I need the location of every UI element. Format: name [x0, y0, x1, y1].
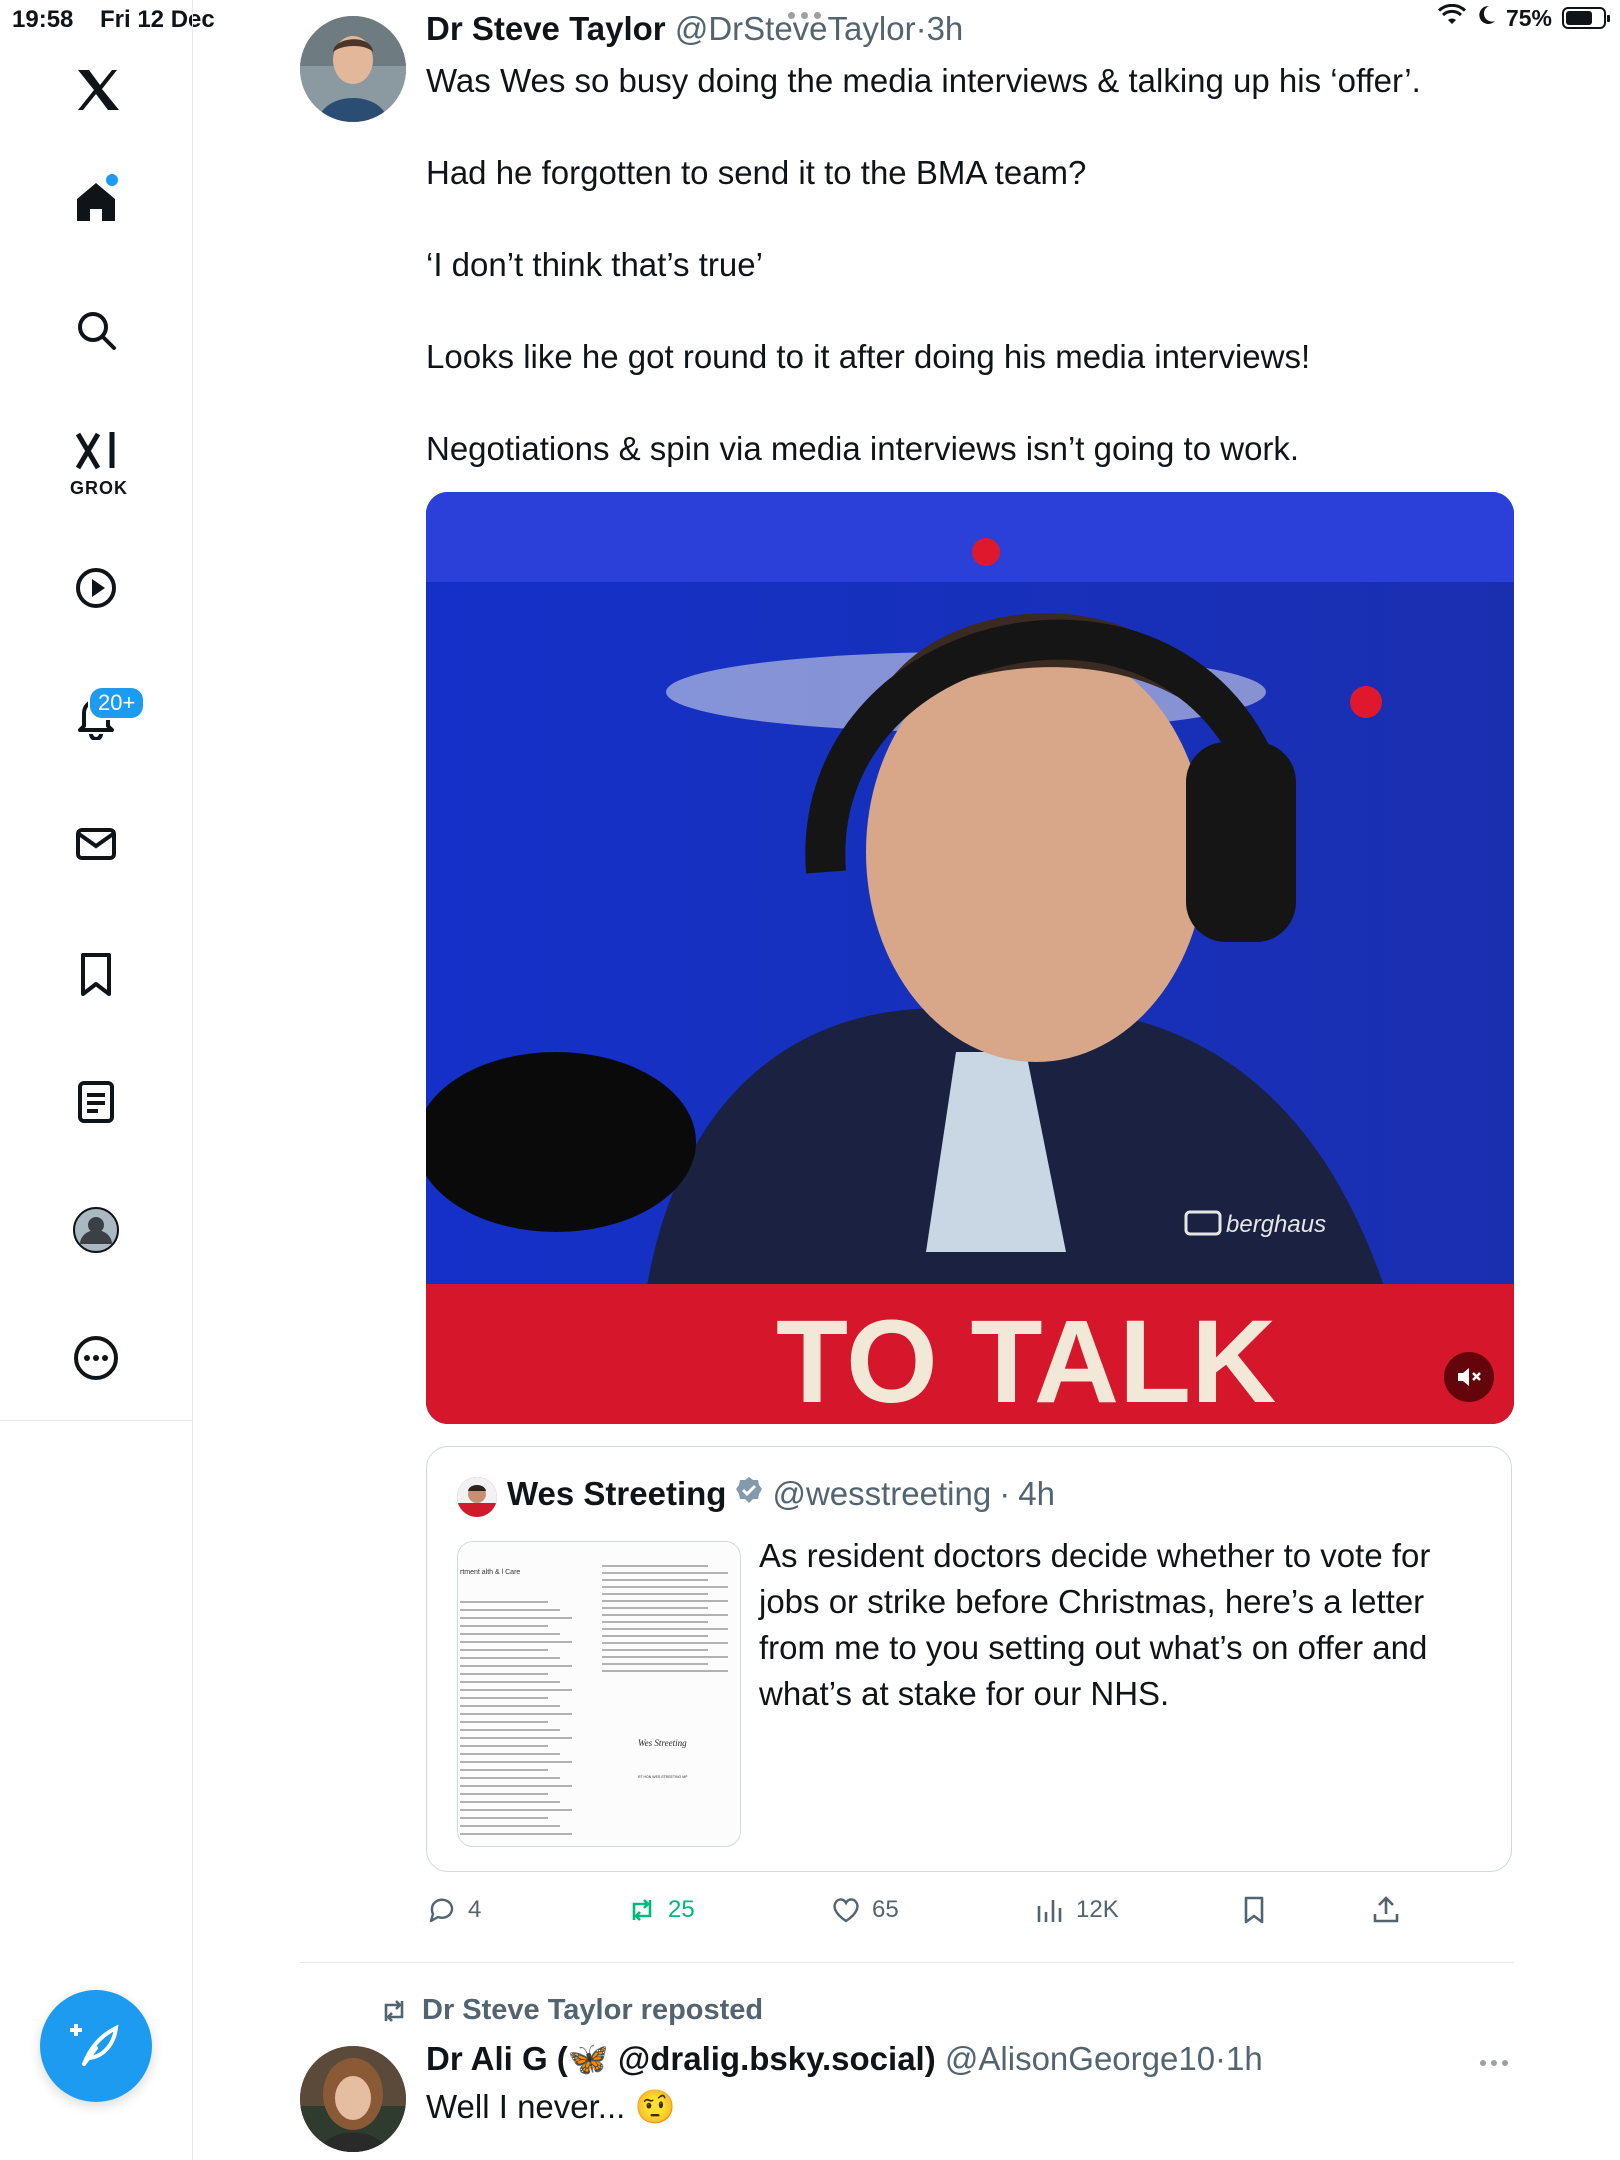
home-notification-dot [106, 174, 118, 186]
meta-separator: · [999, 1475, 1011, 1512]
tweet-paragraph: Was Wes so busy doing the media intervie… [426, 62, 1421, 99]
brand-logo-text: berghaus [1226, 1211, 1326, 1238]
letter-signature: Wes Streeting [638, 1738, 687, 1748]
more-options-icon[interactable] [56, 1318, 136, 1398]
lists-icon[interactable] [56, 1062, 136, 1142]
views-chart-icon [1037, 1900, 1062, 1922]
reply-button[interactable]: 4 [426, 1894, 481, 1926]
tweet-paragraph: Looks like he got round to it after doin… [426, 338, 1311, 375]
x-logo-icon[interactable] [56, 50, 136, 130]
next-tweet-text: Well I never... 🤨 [426, 2088, 676, 2125]
tweet-actions: 4 25 65 12K [426, 1894, 1426, 1938]
quoted-tweet[interactable]: Wes Streeting @wesstreeting · 4h rtment al… [426, 1446, 1512, 1872]
bookmark-icon[interactable] [56, 934, 136, 1014]
mail-icon[interactable] [56, 804, 136, 884]
meta-separator: · [1215, 2040, 1227, 2077]
repost-button[interactable]: 25 [626, 1894, 695, 1926]
repost-icon [632, 1899, 652, 1921]
profile-avatar-icon[interactable] [56, 1190, 136, 1270]
home-icon[interactable] [56, 162, 136, 242]
like-button[interactable]: 65 [830, 1894, 899, 1926]
quoted-header: Wes Streeting @wesstreeting · 4h [507, 1475, 1055, 1513]
next-tweet-more-icon[interactable] [1480, 2060, 1508, 2066]
next-tweet-header: Dr Ali G (🦋 @dralig.bsky.social) @Alison… [426, 2040, 1263, 2079]
repost-count: 25 [668, 1896, 695, 1923]
tweet-paragraph: Negotiations & spin via media interviews… [426, 430, 1300, 467]
status-right: 75% [1437, 3, 1610, 32]
compose-feather-icon [70, 2024, 119, 2066]
author-handle[interactable]: @DrSteveTaylor [675, 10, 916, 47]
author-avatar[interactable] [300, 16, 406, 122]
quoted-text: As resident doctors decide whether to vo… [759, 1537, 1431, 1712]
reply-bubble-icon [429, 1898, 454, 1923]
sidebar-divider [0, 1420, 192, 1421]
wifi-icon [1437, 3, 1466, 32]
mute-button[interactable] [1444, 1352, 1494, 1402]
tweet-video[interactable]: berghaus TO TALK [426, 492, 1514, 1424]
repost-small-icon [384, 1999, 404, 2022]
next-author-avatar[interactable] [300, 2046, 406, 2152]
tweet-paragraph: Had he forgotten to send it to the BMA t… [426, 154, 1087, 191]
letter-thumbnail[interactable]: rtment alth & l Care Wes Streeting RT HO… [457, 1541, 741, 1847]
bookmark-button[interactable] [1238, 1894, 1270, 1926]
letter-footer: RT HON WES STREETING MP [638, 1775, 688, 1779]
letter-heading: rtment alth & l Care [460, 1569, 520, 1576]
author-name[interactable]: Dr Steve Taylor [426, 10, 666, 47]
tweet-time[interactable]: 3h [927, 10, 964, 47]
like-count: 65 [872, 1896, 899, 1923]
sidebar: GROK 20+ [0, 0, 193, 2160]
repost-indicator-label: Dr Steve Taylor reposted [422, 1994, 764, 2026]
view-count: 12K [1076, 1896, 1119, 1923]
tweet-text: Was Wes so busy doing the media intervie… [426, 58, 1526, 518]
video-caption: TO TALK [776, 1296, 1276, 1424]
quoted-time: 4h [1018, 1475, 1055, 1512]
views-button[interactable]: 12K [1034, 1894, 1119, 1926]
speaker-muted-icon [1458, 1368, 1481, 1386]
quoted-author-name: Wes Streeting [507, 1475, 727, 1512]
video-icon[interactable] [56, 548, 136, 628]
video-frame: berghaus TO TALK [426, 492, 1514, 1424]
verified-badge-icon [734, 1475, 764, 1513]
search-icon[interactable] [56, 290, 136, 370]
tweet-header: Dr Steve Taylor @DrSteveTaylor·3h [426, 10, 963, 48]
meta-separator: · [915, 10, 927, 47]
tweet-paragraph: ‘I don’t think that’s true’ [426, 246, 763, 283]
bookmark-outline-icon [1244, 1896, 1264, 1924]
next-tweet-time[interactable]: 1h [1226, 2040, 1263, 2077]
share-upload-icon [1373, 1896, 1399, 1923]
tweet-separator [300, 1962, 1514, 1963]
moon-icon [1476, 4, 1496, 32]
quoted-author-handle: @wesstreeting [772, 1475, 992, 1512]
share-button[interactable] [1370, 1894, 1402, 1926]
repost-indicator[interactable]: Dr Steve Taylor reposted [378, 1994, 763, 2027]
grok-label: GROK [70, 478, 128, 498]
compose-post-button[interactable] [40, 1990, 152, 2102]
battery-icon [1562, 7, 1610, 29]
notifications-badge: 20+ [88, 686, 146, 720]
reply-count: 4 [468, 1896, 482, 1923]
battery-percent: 75% [1505, 4, 1552, 31]
next-author-name[interactable]: Dr Ali G (🦋 @dralig.bsky.social) [426, 2040, 936, 2077]
heart-icon [833, 1898, 859, 1923]
quoted-author-avatar [457, 1477, 497, 1517]
next-author-handle[interactable]: @AlisonGeorge10 [945, 2040, 1215, 2077]
